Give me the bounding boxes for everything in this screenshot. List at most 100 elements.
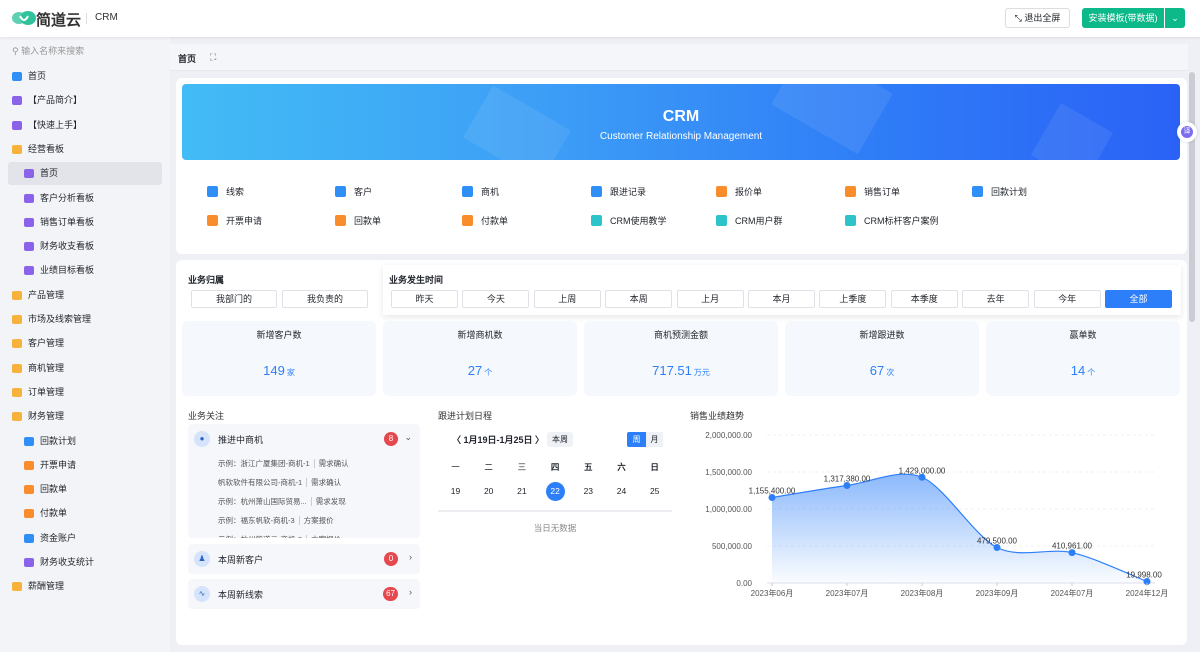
stat-title: 新增跟进数 bbox=[859, 330, 905, 340]
data-label: 410,961.00 bbox=[1052, 542, 1093, 551]
translate-button[interactable]: 译 bbox=[1177, 122, 1197, 142]
time-filter-button[interactable]: 上周 bbox=[533, 290, 601, 308]
focus-group[interactable]: ♟ 本周新客户 0 › bbox=[188, 544, 420, 574]
focus-row[interactable]: 示例：杭州萧山国际贸易... 需求发现 bbox=[218, 496, 346, 507]
focus-title: 业务关注 bbox=[188, 411, 225, 421]
sidebar-item[interactable]: 财务收支统计 bbox=[8, 551, 162, 574]
fullscreen-icon[interactable]: ⛶ bbox=[210, 52, 216, 63]
sidebar-item-label: 薪酬管理 bbox=[28, 581, 65, 592]
sidebar-item[interactable]: 首页 bbox=[8, 65, 162, 88]
time-filter-button[interactable]: 全部 bbox=[1105, 290, 1172, 308]
week-view-toggle[interactable]: 周 bbox=[627, 432, 646, 447]
time-filter-button[interactable]: 本季度 bbox=[890, 290, 958, 308]
shortcut-12[interactable]: CRM用户群 bbox=[716, 214, 783, 227]
owner-filter-button[interactable]: 我负责的 bbox=[282, 290, 368, 308]
shortcut-3[interactable]: 商机 bbox=[462, 185, 499, 198]
shortcut-10[interactable]: 付款单 bbox=[462, 214, 508, 227]
chevron-down-icon[interactable]: ⌄ bbox=[404, 432, 412, 443]
next-week-icon[interactable]: 〉 bbox=[533, 435, 544, 445]
chevron-right-icon[interactable]: › bbox=[409, 552, 412, 562]
sidebar-item[interactable]: 首页 bbox=[8, 162, 162, 186]
shortcut-13[interactable]: CRM标杆客户案例 bbox=[845, 214, 939, 227]
time-filter-button[interactable]: 本周 bbox=[605, 290, 673, 308]
month-view-toggle[interactable]: 月 bbox=[646, 432, 663, 447]
stat-title: 商机预测金额 bbox=[653, 330, 708, 340]
shortcut-11[interactable]: CRM使用教学 bbox=[591, 214, 667, 227]
customer-icon: ♟ bbox=[194, 551, 210, 567]
sidebar-item-label: 回款单 bbox=[40, 484, 68, 495]
sidebar-item[interactable]: 财务管理 bbox=[8, 405, 162, 428]
install-dropdown-chevron-icon[interactable]: ⌄ bbox=[1165, 8, 1185, 28]
focus-group[interactable]: ∿ 本周新线索 67 › bbox=[188, 579, 420, 609]
calendar-day[interactable]: 23 bbox=[572, 486, 605, 496]
sidebar-item[interactable]: 客户管理 bbox=[8, 332, 162, 355]
stat-unit: 万元 bbox=[693, 368, 710, 377]
sidebar-item[interactable]: 【快速上手】 bbox=[8, 114, 162, 137]
calendar-day[interactable]: 19 bbox=[439, 486, 472, 496]
sidebar-item[interactable]: 客户分析看板 bbox=[8, 187, 162, 210]
sidebar-item[interactable]: 订单管理 bbox=[8, 381, 162, 404]
calendar-day[interactable]: 20 bbox=[472, 486, 505, 496]
calendar-day[interactable]: 25 bbox=[638, 486, 671, 496]
weekday-label: 五 bbox=[584, 462, 593, 472]
focus-row[interactable]: 示例：浙江广厦集团-商机-1 需求确认 bbox=[218, 458, 349, 469]
time-filter-button[interactable]: 去年 bbox=[962, 290, 1030, 308]
install-template-button[interactable]: 安装模板(带数据) bbox=[1082, 8, 1164, 28]
time-filter-button[interactable]: 今年 bbox=[1033, 290, 1101, 308]
sidebar-item[interactable]: 【产品简介】 bbox=[8, 89, 162, 112]
shortcut-7[interactable]: 回款计划 bbox=[972, 185, 1027, 198]
shortcut-1[interactable]: 线索 bbox=[207, 185, 244, 198]
focus-row[interactable]: 示例：杭州简道云-商机-3 方案报价 bbox=[218, 534, 342, 538]
stat-value: 27 bbox=[467, 363, 483, 378]
sidebar-item[interactable]: 市场及线索管理 bbox=[8, 308, 162, 331]
search-placeholder: 输入名称来搜索 bbox=[21, 46, 85, 56]
shortcut-5[interactable]: 报价单 bbox=[716, 185, 762, 198]
scrollbar[interactable] bbox=[1189, 72, 1195, 322]
time-filter-button[interactable]: 上月 bbox=[676, 290, 744, 308]
time-filter-button[interactable]: 上季度 bbox=[819, 290, 887, 308]
divider bbox=[86, 13, 87, 24]
time-filter-button[interactable]: 今天 bbox=[462, 290, 530, 308]
sidebar-item[interactable]: 产品管理 bbox=[8, 284, 162, 307]
calendar-day-today[interactable]: 22 bbox=[545, 482, 565, 501]
sidebar-item[interactable]: 财务收支看板 bbox=[8, 235, 162, 258]
sidebar-item[interactable]: 付款单 bbox=[8, 502, 162, 525]
sidebar-item[interactable]: 经营看板 bbox=[8, 138, 162, 161]
shortcut-4[interactable]: 跟进记录 bbox=[591, 185, 646, 198]
shortcut-6[interactable]: 销售订单 bbox=[845, 185, 900, 198]
sidebar-item[interactable]: 薪酬管理 bbox=[8, 575, 162, 598]
focus-row[interactable]: 帆软软件有限公司-商机-1 需求确认 bbox=[218, 477, 342, 488]
shortcut-9[interactable]: 回款单 bbox=[335, 214, 381, 227]
calendar-day[interactable]: 24 bbox=[605, 486, 638, 496]
sidebar-item[interactable]: 回款单 bbox=[8, 478, 162, 501]
sidebar-item[interactable]: 回款计划 bbox=[8, 430, 162, 453]
time-filter-button[interactable]: 昨天 bbox=[391, 290, 458, 308]
folder-icon bbox=[12, 144, 22, 154]
focus-row[interactable]: 示例：福东帆软-商机-3 方案报价 bbox=[218, 515, 334, 526]
shortcut-2[interactable]: 客户 bbox=[335, 185, 372, 198]
sales-trend-chart: 0.00 500,000.00 1,000,000.00 1,500,000.00 2,… bbox=[705, 431, 1168, 598]
owner-filter-button[interactable]: 我部门的 bbox=[191, 290, 277, 308]
exit-fullscreen-button[interactable]: ⤡ 退出全屏 bbox=[1005, 8, 1070, 28]
sidebar-item[interactable]: 商机管理 bbox=[8, 357, 162, 380]
shortcut-8[interactable]: 开票申请 bbox=[207, 214, 262, 227]
data-label: 1,317,380.00 bbox=[824, 475, 871, 484]
sidebar-item[interactable]: 资金账户 bbox=[8, 527, 162, 550]
prev-week-icon[interactable]: 〈 bbox=[452, 435, 464, 445]
owner-filter-label: 业务归属 bbox=[188, 275, 225, 285]
sidebar-item-label: 【产品简介】 bbox=[28, 95, 83, 106]
x-tick-label: 2023年09月 bbox=[976, 588, 1019, 598]
this-week-button[interactable]: 本周 bbox=[547, 432, 573, 447]
sidebar-item[interactable]: 销售订单看板 bbox=[8, 211, 162, 234]
data-label: 19,998.00 bbox=[1126, 571, 1162, 580]
time-filter-button[interactable]: 本月 bbox=[748, 290, 815, 308]
calendar-day[interactable]: 21 bbox=[505, 486, 538, 496]
sidebar-search[interactable]: ⚲ 输入名称来搜索 bbox=[12, 44, 84, 57]
sidebar-item[interactable]: 业绩目标看板 bbox=[8, 259, 162, 282]
chevron-right-icon[interactable]: › bbox=[409, 587, 412, 597]
sidebar-item[interactable]: 开票申请 bbox=[8, 454, 162, 477]
focus-group[interactable]: ● 推进中商机 8 ⌄ 示例：浙江广厦集团-商机-1 需求确认 帆软软件有限公司-商机-1 需… bbox=[188, 424, 420, 538]
shortcut-icon bbox=[845, 186, 856, 197]
shortcut-icon bbox=[335, 186, 346, 197]
stat-title: 新增客户数 bbox=[256, 330, 302, 340]
